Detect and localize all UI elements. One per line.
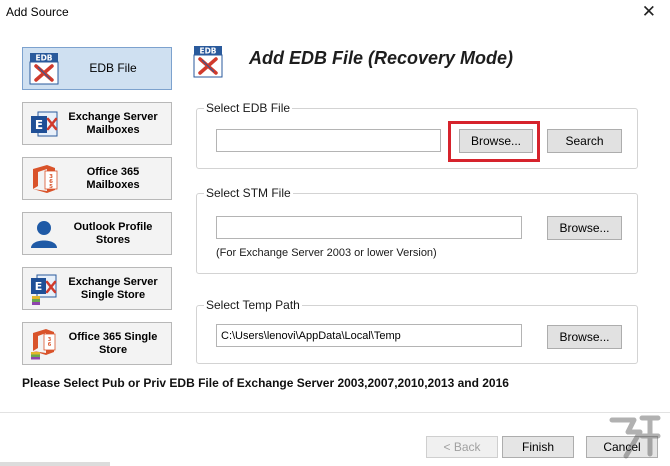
footer-divider [0,412,670,413]
svg-text:E: E [35,118,43,132]
source-label: Office 365 Mailboxes [86,165,140,191]
source-button-exchange-server-single-store[interactable]: E Exchange Server Single Store [22,267,172,310]
source-button-office365-mailboxes[interactable]: 3 6 5 Office 365 Mailboxes [22,157,172,200]
edb-group-title: Select EDB File [204,101,293,115]
edb-heading-icon: EDB [193,46,223,78]
edb-search-button[interactable]: Search [547,129,622,153]
svg-text:EDB: EDB [35,53,52,62]
source-label: Office 365 Single Store [68,330,158,356]
source-label: Exchange Server Single Store [68,275,158,301]
window-title: Add Source [6,5,69,19]
exchange-server-icon: E [29,108,59,140]
highlight-box [448,121,540,162]
source-button-office365-single-store[interactable]: 3 6 Office 365 Single Store [22,322,172,365]
close-icon[interactable]: ✕ [642,2,656,22]
stm-version-note: (For Exchange Server 2003 or lower Versi… [216,247,437,259]
instruction-message: Please Select Pub or Priv EDB File of Ex… [22,376,509,390]
svg-text:6: 6 [48,342,52,348]
back-button[interactable]: < Back [426,436,498,458]
watermark-logo-icon [606,410,664,464]
stm-browse-button[interactable]: Browse... [547,216,622,240]
source-label: Exchange Server Mailboxes [68,110,158,136]
source-button-exchange-server-mailboxes[interactable]: E Exchange Server Mailboxes [22,102,172,145]
edb-file-icon: EDB [29,52,59,85]
temp-group-title: Select Temp Path [204,298,302,312]
svg-text:E: E [35,280,43,293]
finish-button[interactable]: Finish [502,436,574,458]
source-button-outlook-profile-stores[interactable]: Outlook Profile Stores [22,212,172,255]
page-title: Add EDB File (Recovery Mode) [249,48,514,68]
outlook-profile-icon [29,218,59,250]
svg-text:5: 5 [49,184,53,190]
stm-group-title: Select STM File [204,186,293,200]
source-button-edb-file[interactable]: EDB EDB File [22,47,172,90]
title-bar: Add Source ✕ [0,0,670,26]
edb-file-path-input[interactable] [216,129,441,152]
exchange-single-store-icon: E [29,273,59,305]
temp-browse-button[interactable]: Browse... [547,325,622,349]
office365-icon: 3 6 5 [29,163,59,195]
office365-single-store-icon: 3 6 [29,328,59,360]
stm-file-path-input[interactable] [216,216,522,239]
bottom-strip [0,462,110,466]
source-label: Outlook Profile Stores [73,220,153,246]
temp-path-input[interactable] [216,324,522,347]
svg-text:EDB: EDB [199,47,216,56]
source-label: EDB File [89,61,137,75]
